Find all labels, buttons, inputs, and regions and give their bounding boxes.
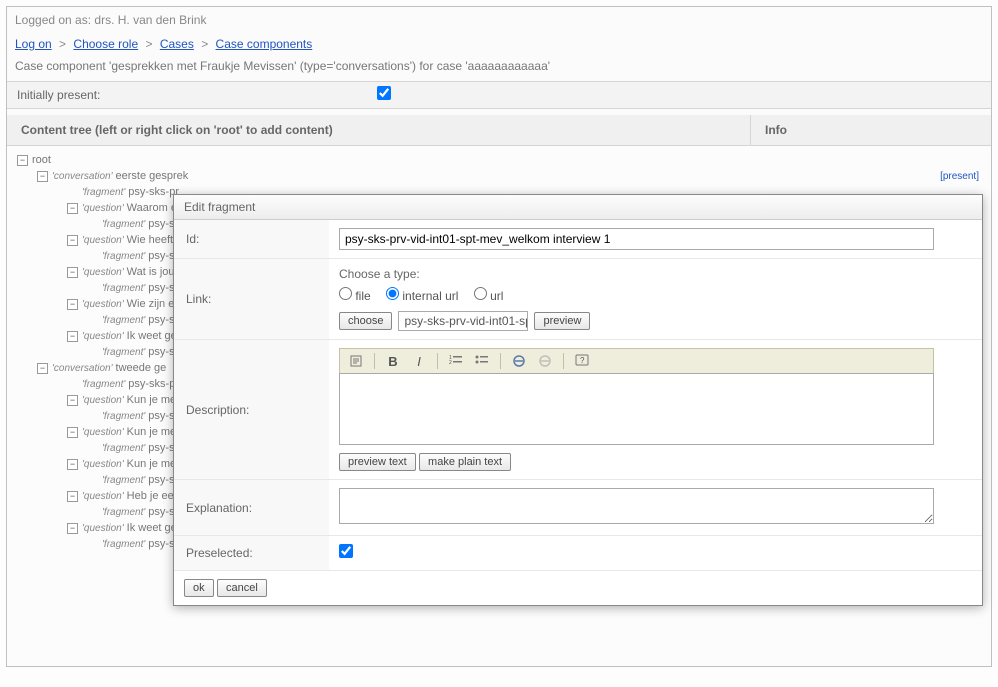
collapse-icon[interactable]: − bbox=[67, 523, 78, 534]
bullet-list-icon[interactable] bbox=[472, 352, 492, 370]
tree-header: Content tree (left or right click on 'ro… bbox=[7, 115, 991, 146]
make-plain-text-button[interactable]: make plain text bbox=[419, 453, 511, 471]
node-type-label: 'fragment' bbox=[102, 507, 145, 518]
preselected-checkbox[interactable] bbox=[339, 544, 353, 558]
preview-button[interactable]: preview bbox=[534, 312, 590, 330]
collapse-icon[interactable]: − bbox=[67, 427, 78, 438]
svg-text:2: 2 bbox=[449, 360, 452, 366]
collapse-icon[interactable]: − bbox=[67, 491, 78, 502]
node-type-label: 'question' bbox=[82, 331, 124, 342]
cancel-button[interactable]: cancel bbox=[217, 579, 267, 597]
node-type-label: 'conversation' bbox=[52, 171, 113, 182]
page-subtitle: Case component 'gesprekken met Fraukje M… bbox=[7, 55, 991, 81]
logged-on-status: Logged on as: drs. H. van den Brink bbox=[7, 7, 991, 33]
node-type-label: 'fragment' bbox=[102, 443, 145, 454]
breadcrumb-case-components[interactable]: Case components bbox=[216, 37, 313, 51]
node-type-label: 'question' bbox=[82, 267, 124, 278]
node-type-label: 'question' bbox=[82, 299, 124, 310]
collapse-icon[interactable]: − bbox=[67, 203, 78, 214]
node-type-label: 'question' bbox=[82, 427, 124, 438]
node-type-label: 'fragment' bbox=[102, 347, 145, 358]
radio-file[interactable] bbox=[339, 287, 352, 300]
collapse-icon[interactable]: − bbox=[37, 363, 48, 374]
breadcrumb-logon[interactable]: Log on bbox=[15, 37, 52, 51]
node-type-label: 'question' bbox=[82, 491, 124, 502]
preselected-label: Preselected: bbox=[174, 536, 329, 570]
node-text: psy-sks-pr bbox=[128, 186, 179, 198]
tree-row[interactable]: −root bbox=[11, 152, 987, 168]
radio-url-label[interactable]: url bbox=[474, 289, 504, 303]
explanation-textarea[interactable] bbox=[339, 488, 934, 524]
node-text: Heb je een bbox=[127, 490, 180, 502]
node-text: root bbox=[32, 154, 51, 166]
source-icon[interactable] bbox=[346, 352, 366, 370]
id-input[interactable] bbox=[339, 228, 934, 250]
collapse-icon[interactable]: − bbox=[67, 267, 78, 278]
link-icon[interactable] bbox=[509, 352, 529, 370]
breadcrumb-choose-role[interactable]: Choose role bbox=[73, 37, 138, 51]
node-type-label: 'fragment' bbox=[102, 475, 145, 486]
initially-present-checkbox[interactable] bbox=[377, 86, 391, 100]
node-type-label: 'fragment' bbox=[102, 315, 145, 326]
radio-url[interactable] bbox=[474, 287, 487, 300]
tree-row[interactable]: −'conversation' eerste gesprek [present] bbox=[11, 168, 987, 184]
initially-present-bar: Initially present: bbox=[7, 81, 991, 109]
node-type-label: 'fragment' bbox=[102, 411, 145, 422]
node-type-label: 'question' bbox=[82, 395, 124, 406]
ok-button[interactable]: ok bbox=[184, 579, 214, 597]
node-text: eerste gesprek bbox=[116, 170, 189, 182]
description-editor[interactable] bbox=[339, 373, 934, 445]
explanation-label: Explanation: bbox=[174, 480, 329, 535]
info-heading: Info bbox=[751, 115, 991, 145]
collapse-icon[interactable]: − bbox=[67, 331, 78, 342]
description-label: Description: bbox=[174, 340, 329, 479]
choose-button[interactable]: choose bbox=[339, 312, 392, 330]
node-type-label: 'question' bbox=[82, 459, 124, 470]
unlink-icon[interactable] bbox=[535, 352, 555, 370]
node-type-label: 'question' bbox=[82, 203, 124, 214]
edit-fragment-dialog: Edit fragment Id: Link: Choose a type: f… bbox=[173, 194, 983, 606]
content-tree-heading: Content tree (left or right click on 'ro… bbox=[7, 115, 751, 145]
link-value-display: psy-sks-prv-vid-int01-sp bbox=[398, 311, 528, 331]
node-type-label: 'fragment' bbox=[102, 283, 145, 294]
node-type-label: 'fragment' bbox=[102, 219, 145, 230]
preview-text-button[interactable]: preview text bbox=[339, 453, 416, 471]
help-icon[interactable]: ? bbox=[572, 352, 592, 370]
collapse-icon[interactable]: − bbox=[17, 155, 28, 166]
node-type-label: 'fragment' bbox=[102, 251, 145, 262]
collapse-icon[interactable]: − bbox=[67, 395, 78, 406]
collapse-icon[interactable]: − bbox=[67, 459, 78, 470]
breadcrumb-cases[interactable]: Cases bbox=[160, 37, 194, 51]
dialog-title: Edit fragment bbox=[174, 195, 982, 220]
collapse-icon[interactable]: − bbox=[67, 235, 78, 246]
link-label: Link: bbox=[174, 259, 329, 339]
bold-icon[interactable]: B bbox=[383, 352, 403, 370]
node-status: [present] bbox=[940, 171, 979, 182]
node-type-label: 'fragment' bbox=[82, 187, 125, 198]
italic-icon[interactable]: I bbox=[409, 352, 429, 370]
initially-present-label: Initially present: bbox=[7, 82, 367, 108]
breadcrumb: Log on > Choose role > Cases > Case comp… bbox=[7, 33, 991, 55]
radio-file-label[interactable]: file bbox=[339, 289, 371, 303]
node-type-label: 'fragment' bbox=[82, 379, 125, 390]
node-type-label: 'fragment' bbox=[102, 539, 145, 550]
node-type-label: 'question' bbox=[82, 235, 124, 246]
id-label: Id: bbox=[174, 220, 329, 258]
collapse-icon[interactable]: − bbox=[37, 171, 48, 182]
numbered-list-icon[interactable]: 12 bbox=[446, 352, 466, 370]
radio-internal-label[interactable]: internal url bbox=[386, 289, 458, 303]
radio-internal-url[interactable] bbox=[386, 287, 399, 300]
rich-text-toolbar: B I 12 bbox=[339, 348, 934, 373]
collapse-icon[interactable]: − bbox=[67, 299, 78, 310]
choose-type-label: Choose a type: bbox=[339, 267, 972, 281]
node-text: tweede ge bbox=[116, 362, 167, 374]
node-text: psy-sks-pr bbox=[128, 378, 179, 390]
svg-text:?: ? bbox=[580, 356, 585, 365]
node-type-label: 'question' bbox=[82, 523, 124, 534]
node-type-label: 'conversation' bbox=[52, 363, 113, 374]
